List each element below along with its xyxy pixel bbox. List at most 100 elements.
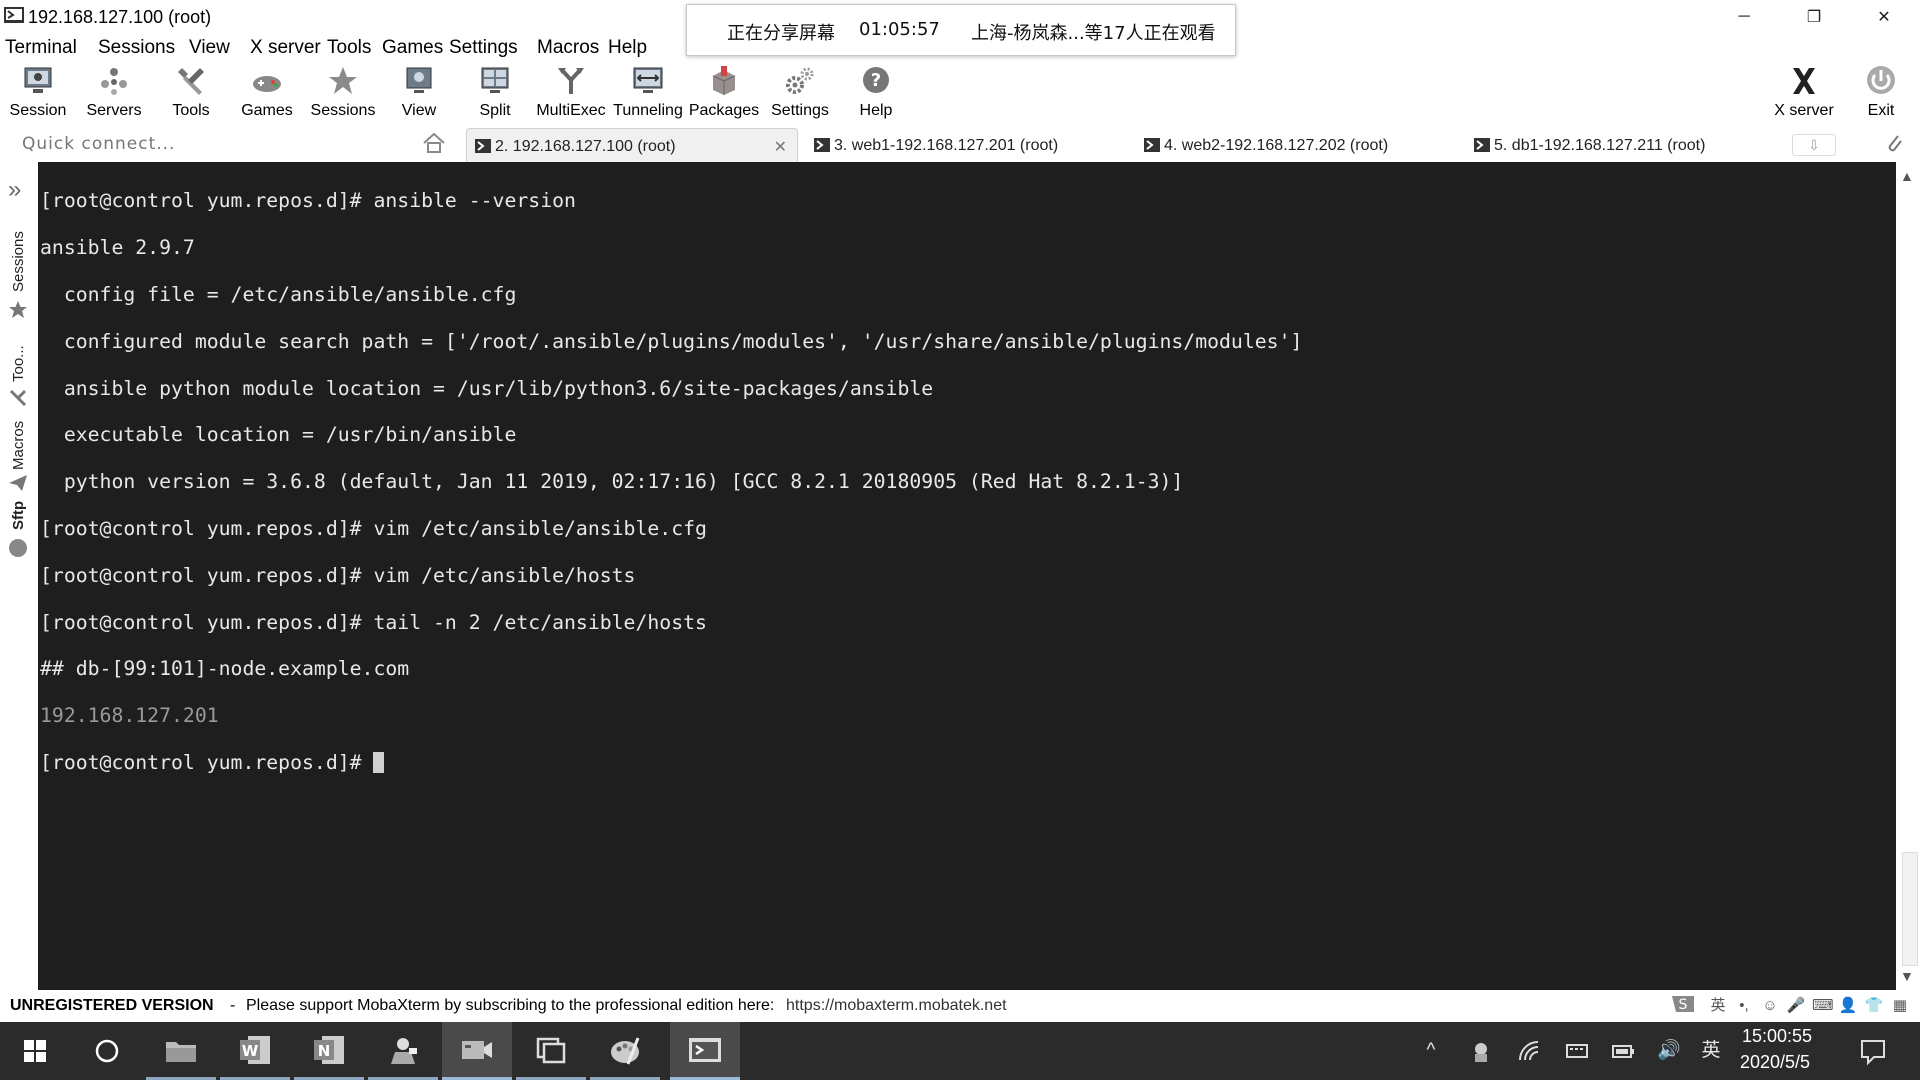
tab-close-icon[interactable]: ✕ <box>774 137 787 157</box>
mobaxterm-app-icon[interactable] <box>4 7 24 25</box>
ime-punctuation-icon[interactable]: •, <box>1734 996 1754 1016</box>
svg-text:?: ? <box>871 70 881 91</box>
screen-share-banner[interactable]: 正在分享屏幕 01:05:57 上海-杨岚森...等17人正在观看 <box>686 4 1236 56</box>
terminal-tab-icon <box>814 138 830 152</box>
notifications-icon[interactable] <box>1858 1036 1888 1066</box>
toolbar-x-server-button[interactable]: X server <box>1766 62 1842 122</box>
cortana-search-icon[interactable] <box>72 1022 142 1080</box>
scroll-up-icon[interactable]: ▲ <box>1900 168 1914 184</box>
terminal-prompt: [root@control yum.repos.d]# <box>40 750 374 774</box>
app-icon[interactable] <box>368 1022 438 1080</box>
toolbar-packages-button[interactable]: Packages <box>686 62 762 122</box>
menu-settings[interactable]: Settings <box>449 37 518 59</box>
tab-session-5[interactable]: 5. db1-192.168.127.211 (root) <box>1466 128 1786 162</box>
toolbar-exit-button[interactable]: Exit <box>1843 62 1919 122</box>
ime-emoji-icon[interactable]: ☺ <box>1760 996 1780 1016</box>
ime-toolbox-icon[interactable]: ▦ <box>1890 996 1910 1016</box>
star-icon <box>329 67 357 94</box>
globe-icon <box>9 539 27 557</box>
toolbar-settings-button[interactable]: Settings <box>762 62 838 122</box>
terminal-line: ansible python module location = /usr/li… <box>40 376 934 400</box>
toolbar-help-button[interactable]: ? Help <box>838 62 914 122</box>
gears-icon <box>786 67 814 94</box>
ime-voice-icon[interactable]: 🎤 <box>1786 996 1806 1016</box>
help-icon: ? <box>863 67 889 93</box>
menu-tools[interactable]: Tools <box>327 37 371 59</box>
keyboard-tray-icon[interactable] <box>1564 1038 1590 1064</box>
mobaxterm-link[interactable]: https://mobaxterm.mobatek.net <box>786 997 1007 1015</box>
menu-x-server[interactable]: X server <box>250 37 321 59</box>
tab-session-2[interactable]: 2. 192.168.127.100 (root) ✕ <box>466 128 798 163</box>
view-icon <box>406 67 432 93</box>
terminal-line: 192.168.127.201 <box>40 704 219 728</box>
input-language-icon[interactable]: 英 <box>1698 1038 1724 1064</box>
battery-icon[interactable] <box>1610 1038 1636 1064</box>
terminal-cursor <box>373 751 385 773</box>
tab-scroll-down-icon[interactable]: ⇩ <box>1792 134 1836 156</box>
menu-macros[interactable]: Macros <box>537 37 599 59</box>
paint-icon[interactable] <box>590 1022 660 1080</box>
restore-button[interactable]: ❐ <box>1786 0 1842 34</box>
terminal-tab-icon <box>1144 138 1160 152</box>
ime-keyboard-icon[interactable]: ⌨ <box>1812 996 1834 1016</box>
menu-games[interactable]: Games <box>382 37 443 59</box>
toolbar-split-button[interactable]: Split <box>457 62 533 122</box>
toolbar-servers-button[interactable]: Servers <box>76 62 152 122</box>
toolbar-tools-button[interactable]: Tools <box>153 62 229 122</box>
volume-icon[interactable]: 🔊 <box>1656 1038 1682 1064</box>
tab-session-3[interactable]: 3. web1-192.168.127.201 (root) <box>806 128 1126 162</box>
servers-icon <box>101 68 127 95</box>
menu-view[interactable]: View <box>189 37 230 59</box>
share-status: 正在分享屏幕 <box>727 23 835 44</box>
terminal-line: config file = /etc/ansible/ansible.cfg <box>40 283 517 306</box>
word-icon[interactable]: W <box>220 1022 290 1080</box>
side-tab-tools[interactable]: Too... <box>6 324 32 407</box>
close-button[interactable]: ✕ <box>1856 0 1912 34</box>
menu-terminal[interactable]: Terminal <box>5 37 77 59</box>
ime-skin-icon[interactable]: 👕 <box>1864 996 1884 1016</box>
paperclip-icon[interactable] <box>1884 132 1904 154</box>
toolbar-session-button[interactable]: Session <box>0 62 76 122</box>
terminal-line: executable location = /usr/bin/ansible <box>40 423 517 447</box>
side-tab-sftp[interactable]: Sftp <box>6 482 32 557</box>
unregistered-label: UNREGISTERED VERSION <box>10 997 214 1014</box>
toolbar-multiexec-button[interactable]: MultiExec <box>533 62 609 122</box>
video-icon[interactable] <box>442 1022 512 1080</box>
side-panel: » Sessions Too... Macros Sftp <box>0 162 38 990</box>
ime-user-icon[interactable]: 👤 <box>1838 996 1858 1016</box>
expand-sidebar-icon[interactable]: » <box>8 176 21 204</box>
toolbar-sessions-button[interactable]: Sessions <box>305 62 381 122</box>
terminal-tab-icon <box>475 139 491 153</box>
minimize-button[interactable]: ─ <box>1716 0 1772 34</box>
clock-date[interactable]: 2020/5/5 <box>1740 1052 1810 1073</box>
task-view-icon[interactable] <box>516 1022 586 1080</box>
terminal-output[interactable]: [root@control yum.repos.d]# ansible --ve… <box>38 162 1896 990</box>
wifi-icon[interactable] <box>1516 1038 1542 1064</box>
home-icon[interactable] <box>422 132 446 154</box>
terminal-prompt-line[interactable]: [root@control yum.repos.d]# <box>40 751 1896 774</box>
scrollbar-thumb[interactable] <box>1902 852 1918 966</box>
menu-help[interactable]: Help <box>608 37 647 59</box>
menu-sessions[interactable]: Sessions <box>98 37 175 59</box>
split-icon <box>481 67 509 93</box>
mobaxterm-icon[interactable] <box>670 1022 740 1080</box>
toolbar-games-button[interactable]: Games <box>229 62 305 122</box>
terminal-scrollbar[interactable]: ▲ ▼ <box>1896 162 1920 990</box>
quick-connect-input[interactable] <box>20 130 424 158</box>
side-tab-macros[interactable]: Macros <box>6 400 32 491</box>
sogou-ime-icon[interactable]: S <box>1668 992 1698 1018</box>
toolbar-tunneling-button[interactable]: Tunneling <box>610 62 686 122</box>
clock-time[interactable]: 15:00:55 <box>1742 1026 1812 1047</box>
file-explorer-icon[interactable] <box>146 1022 216 1080</box>
onenote-icon[interactable]: N <box>294 1022 364 1080</box>
tab-session-4[interactable]: 4. web2-192.168.127.202 (root) <box>1136 128 1456 162</box>
scroll-down-icon[interactable]: ▼ <box>1900 968 1914 984</box>
power-icon <box>1867 66 1895 94</box>
windows-start-icon[interactable] <box>0 1022 70 1080</box>
toolbar-view-button[interactable]: View <box>381 62 457 122</box>
ime-language-icon[interactable]: 英 <box>1708 996 1728 1016</box>
terminal-line: [root@control yum.repos.d]# vim /etc/ans… <box>40 516 707 540</box>
tray-app-icon[interactable] <box>1468 1038 1494 1064</box>
monitor-icon <box>24 67 52 93</box>
tray-overflow-chevron-icon[interactable]: ^ <box>1418 1038 1444 1064</box>
